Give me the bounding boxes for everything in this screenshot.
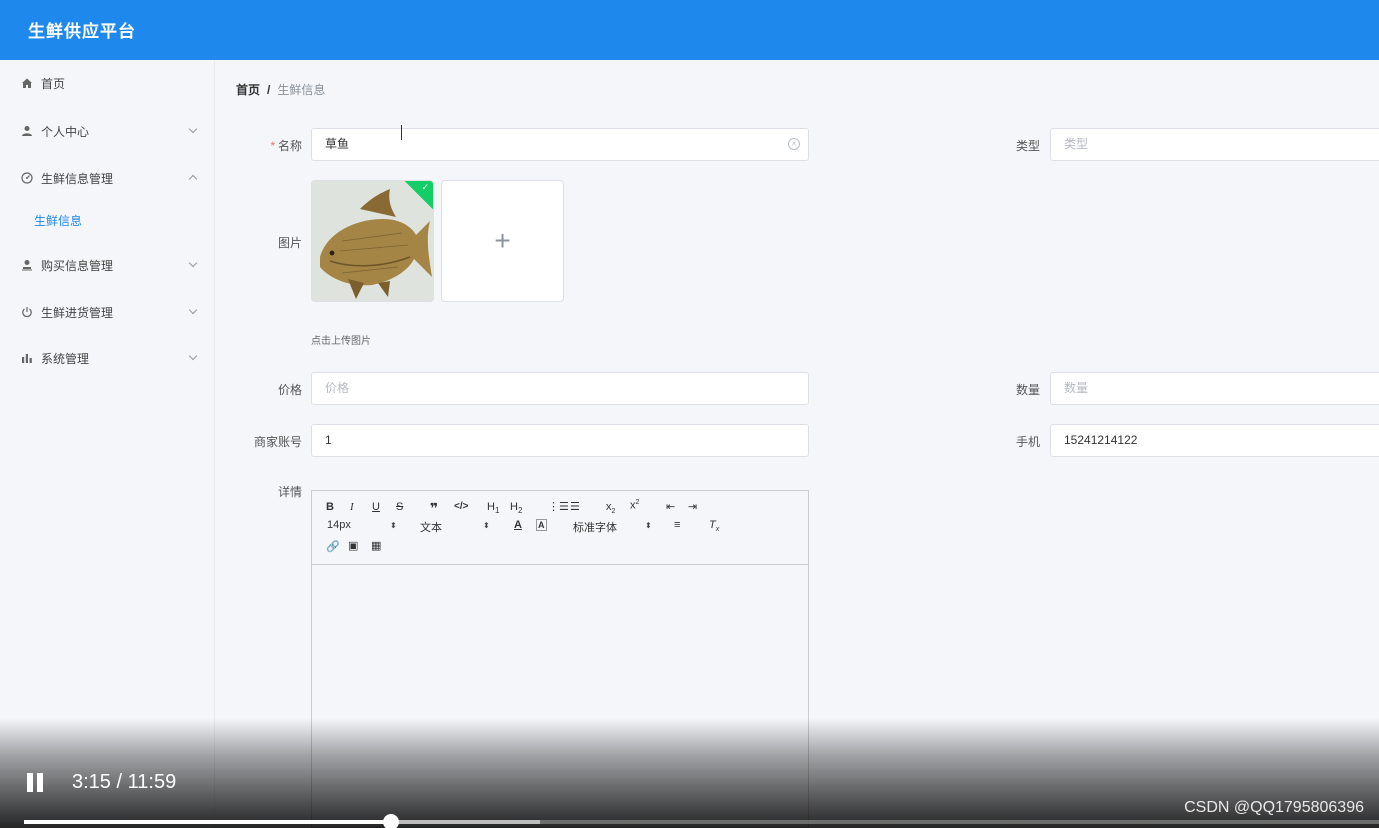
top-header: 生鲜供应平台 bbox=[0, 0, 1379, 60]
plus-icon: + bbox=[494, 225, 511, 256]
video-progress-bar[interactable] bbox=[24, 814, 1379, 828]
bullet-list-icon[interactable]: ☰ bbox=[570, 500, 580, 513]
italic-icon[interactable]: I bbox=[350, 501, 354, 513]
progress-played bbox=[24, 820, 392, 824]
font-family-select[interactable]: 标准字体 bbox=[573, 519, 617, 535]
merchant-account-label: 商家账号 bbox=[253, 435, 302, 449]
image-upload-button[interactable]: + bbox=[441, 180, 564, 302]
image-label: 图片 bbox=[277, 236, 302, 250]
fish-image bbox=[312, 181, 433, 301]
progress-scrubber-handle[interactable] bbox=[383, 814, 400, 828]
name-label: * 名称 bbox=[270, 139, 302, 153]
editor-toolbar: B I U S ❞ </> H1 H2 ⋮☰ ☰ x2 x2 ⇤ ⇥ 14px … bbox=[312, 491, 808, 565]
text-cursor bbox=[401, 125, 407, 140]
name-input-value: 草鱼 bbox=[325, 137, 350, 151]
user-stamp-icon bbox=[20, 258, 34, 272]
sidebar-item-home[interactable]: 首页 bbox=[0, 68, 214, 98]
breadcrumb-current: 生鲜信息 bbox=[277, 83, 326, 97]
quantity-input[interactable]: 数量 bbox=[1050, 372, 1379, 405]
header-select[interactable]: 文本 bbox=[420, 519, 442, 535]
app-title: 生鲜供应平台 bbox=[28, 22, 136, 41]
clear-format-icon[interactable]: Tx bbox=[709, 519, 719, 533]
quantity-label: 数量 bbox=[1015, 383, 1040, 397]
sidebar-item-fresh-stock-management[interactable]: 生鲜进货管理 bbox=[0, 297, 214, 327]
code-block-icon[interactable]: </> bbox=[454, 501, 468, 512]
name-input[interactable]: 草鱼 × bbox=[311, 128, 809, 161]
align-icon[interactable]: ≡ bbox=[674, 519, 680, 531]
chevron-down-icon bbox=[188, 258, 198, 268]
sidebar-item-label: 生鲜进货管理 bbox=[41, 305, 114, 320]
user-icon bbox=[20, 124, 34, 138]
chevron-down-icon bbox=[188, 124, 198, 134]
pause-button[interactable] bbox=[27, 773, 45, 793]
strikethrough-icon[interactable]: S bbox=[396, 501, 403, 513]
phone-label: 手机 bbox=[1015, 435, 1040, 449]
sidebar-item-purchase-info-management[interactable]: 购买信息管理 bbox=[0, 250, 214, 280]
breadcrumb: 首页 / 生鲜信息 bbox=[236, 81, 325, 98]
bold-icon[interactable]: B bbox=[326, 501, 334, 513]
subscript-icon[interactable]: x2 bbox=[606, 501, 615, 515]
select-arrows-icon: ⬍ bbox=[390, 521, 397, 530]
bar-chart-icon bbox=[20, 351, 34, 365]
sidebar-item-system-management[interactable]: 系统管理 bbox=[0, 343, 214, 373]
details-label: 详情 bbox=[277, 485, 302, 499]
background-color-icon[interactable]: A bbox=[536, 519, 547, 531]
sidebar-item-label: 生鲜信息管理 bbox=[41, 171, 114, 186]
video-controls-overlay bbox=[0, 718, 1379, 828]
chevron-down-icon bbox=[188, 305, 198, 315]
current-time: 3:15 bbox=[72, 771, 111, 793]
upload-tip: 点击上传图片 bbox=[311, 336, 371, 347]
clear-icon[interactable]: × bbox=[788, 138, 800, 150]
type-input[interactable]: 类型 bbox=[1050, 128, 1379, 161]
total-duration: 11:59 bbox=[127, 771, 177, 793]
indent-icon[interactable]: ⇥ bbox=[688, 500, 697, 513]
outdent-icon[interactable]: ⇤ bbox=[666, 500, 675, 513]
font-size-select[interactable]: 14px bbox=[327, 519, 351, 531]
chevron-down-icon bbox=[188, 351, 198, 361]
sidebar-item-personal-center[interactable]: 个人中心 bbox=[0, 116, 214, 146]
pause-icon-bar bbox=[37, 773, 43, 792]
required-asterisk: * bbox=[270, 139, 275, 153]
playback-time: 3:15 / 11:59 bbox=[72, 771, 176, 794]
sidebar-subitem-fresh-info[interactable]: 生鲜信息 bbox=[34, 212, 82, 229]
sidebar-item-label: 个人中心 bbox=[41, 124, 90, 139]
underline-icon[interactable]: U bbox=[372, 501, 380, 513]
phone-input[interactable]: 15241214122 bbox=[1050, 424, 1379, 457]
ordered-list-icon[interactable]: ⋮☰ bbox=[548, 500, 569, 513]
heading2-icon[interactable]: H2 bbox=[510, 501, 522, 515]
uploaded-image-fish[interactable]: ✓ bbox=[311, 180, 434, 302]
heading1-icon[interactable]: H1 bbox=[487, 501, 499, 515]
home-icon bbox=[20, 76, 34, 90]
blockquote-icon[interactable]: ❞ bbox=[430, 500, 438, 517]
superscript-icon[interactable]: x2 bbox=[630, 499, 639, 512]
dashboard-icon bbox=[20, 171, 34, 185]
sidebar-item-label: 购买信息管理 bbox=[41, 258, 114, 273]
breadcrumb-home[interactable]: 首页 bbox=[236, 81, 260, 98]
select-arrows-icon: ⬍ bbox=[483, 521, 490, 530]
merchant-account-input[interactable]: 1 bbox=[311, 424, 809, 457]
check-icon: ✓ bbox=[421, 182, 429, 192]
time-separator: / bbox=[116, 771, 123, 793]
type-label: 类型 bbox=[1015, 139, 1040, 153]
breadcrumb-separator: / bbox=[267, 82, 271, 97]
select-arrows-icon: ⬍ bbox=[645, 521, 652, 530]
chevron-up-icon bbox=[188, 174, 198, 184]
pause-icon-bar bbox=[27, 773, 33, 792]
font-color-icon[interactable]: A bbox=[514, 519, 522, 531]
image-icon[interactable]: ▣ bbox=[348, 539, 358, 552]
sidebar-item-label: 系统管理 bbox=[41, 351, 90, 366]
price-label: 价格 bbox=[277, 383, 302, 397]
power-icon bbox=[20, 305, 34, 319]
sidebar-item-fresh-info-management[interactable]: 生鲜信息管理 bbox=[0, 163, 214, 193]
link-icon[interactable]: 🔗 bbox=[326, 540, 340, 553]
sidebar-item-label: 首页 bbox=[41, 76, 66, 91]
price-input[interactable]: 价格 bbox=[311, 372, 809, 405]
watermark: CSDN @QQ1795806396 bbox=[1184, 799, 1364, 816]
video-icon[interactable]: ▦ bbox=[371, 539, 381, 552]
